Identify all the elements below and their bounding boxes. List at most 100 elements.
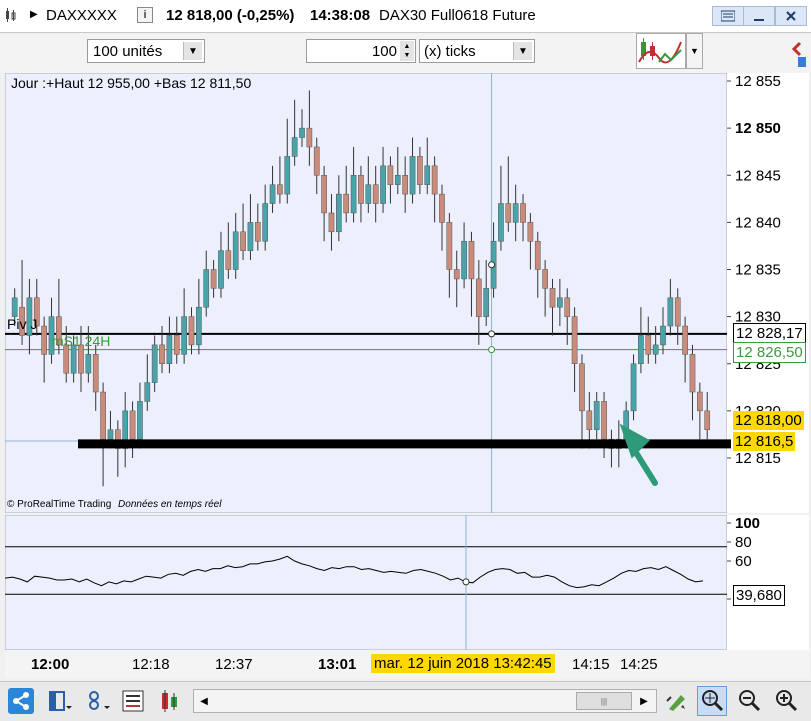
watermark: © ProRealTime Trading Données en temps r… [7, 499, 221, 510]
candle [11, 297, 18, 317]
candle-chart-icon [4, 8, 18, 22]
candle [630, 363, 637, 412]
candle [674, 297, 681, 327]
toggle-panel-icon[interactable] [44, 686, 74, 716]
link-icon[interactable] [82, 686, 112, 716]
indicator-value-label: 39,680 [733, 585, 785, 606]
chevron-down-icon[interactable]: ▼ [513, 42, 532, 60]
price-axis-label: 12 835 [735, 262, 781, 279]
share-icon[interactable] [6, 686, 36, 716]
chart-type-dropdown-icon[interactable]: ▼ [686, 33, 703, 69]
indicator-panel[interactable]: 100806020 39,680 [4, 514, 809, 651]
price-axis-label: 12 840 [735, 214, 781, 231]
scroll-left-icon[interactable]: ◀ [196, 692, 212, 710]
time-label: 14:25 [620, 656, 658, 673]
candle [306, 127, 313, 148]
price-axis-label: 12 815 [735, 450, 781, 467]
candle [402, 175, 408, 195]
candle [439, 193, 445, 223]
zoom-out-icon[interactable] [734, 686, 764, 716]
watermark-brand: © ProRealTime Trading [7, 499, 112, 510]
candle [557, 297, 563, 308]
candle [527, 222, 534, 242]
candle [365, 184, 372, 204]
zoom-fit-icon[interactable] [697, 686, 727, 716]
scroll-right-icon[interactable]: ▶ [636, 692, 652, 710]
candle [277, 184, 283, 195]
ms-label: mS1 24H [52, 333, 111, 349]
candle [667, 297, 674, 327]
candle [498, 203, 504, 242]
candle [431, 165, 438, 195]
candle [137, 401, 143, 440]
price-chart[interactable]: 12 855 12 850 12 845 12 840 12 835 12 830 12 8… [4, 72, 809, 514]
candle [254, 222, 261, 242]
candle [350, 175, 357, 214]
horizontal-scrollbar[interactable]: ◀ ||| ▶ [193, 689, 657, 713]
side-panel-toggle-icon[interactable] [788, 35, 808, 71]
info-icon[interactable]: i [137, 7, 153, 23]
chart-type-button[interactable] [636, 33, 686, 69]
scrollbar-thumb[interactable]: ||| [576, 692, 632, 710]
candle [549, 288, 556, 308]
candle [166, 335, 173, 365]
candle [601, 401, 607, 440]
price-axis-label: 12 850 [735, 120, 781, 137]
time-label: 12:18 [132, 656, 170, 673]
minimize-icon[interactable] [743, 6, 775, 26]
candle [512, 203, 519, 223]
candle [380, 165, 386, 204]
price-axis-label: 12 845 [735, 167, 781, 184]
symbol-name[interactable]: DAXXXXX [46, 7, 117, 24]
candle [328, 212, 335, 233]
watermark-mode: Données en temps réel [118, 499, 222, 510]
candle [446, 222, 453, 270]
candle [394, 175, 401, 185]
units-select[interactable]: 100 unités ▼ [87, 39, 205, 63]
candle [424, 165, 431, 185]
candle [92, 354, 99, 393]
candle [299, 127, 305, 138]
instrument-name: DAX30 Full0618 Future [379, 7, 536, 24]
candle [387, 165, 394, 185]
zoom-in-icon[interactable] [771, 686, 801, 716]
time-label: 12:00 [31, 656, 70, 673]
candle [247, 222, 254, 251]
units-select-value: 100 unités [93, 42, 163, 60]
candle [417, 156, 423, 185]
drawing-tools-icon[interactable] [155, 686, 185, 716]
spinner-icon[interactable]: ▲ ▼ [400, 41, 414, 61]
candle [203, 269, 210, 308]
indicator-svg[interactable]: 100806020 [4, 514, 809, 651]
candle [144, 382, 151, 402]
ticks-unit-select[interactable]: (x) ticks ▼ [419, 39, 535, 63]
candle [151, 344, 158, 383]
candle [483, 288, 490, 317]
support-price-label: 12 816,5 [733, 432, 796, 451]
ticks-input[interactable]: 100 ▲ ▼ [306, 39, 416, 63]
close-icon[interactable] [775, 6, 807, 26]
candle [505, 203, 512, 223]
pencil-tool-icon[interactable] [662, 686, 692, 716]
chevron-down-icon[interactable]: ▼ [183, 42, 202, 60]
candle [196, 306, 202, 346]
indicator-list-icon[interactable] [118, 686, 148, 716]
candle [372, 184, 379, 204]
price-change: 12 818,00 (-0,25%) [166, 7, 295, 24]
candle [159, 344, 165, 364]
symbol-dropdown-icon[interactable]: ▶ [30, 9, 38, 20]
candle [63, 344, 70, 374]
candle [564, 297, 571, 317]
candle [579, 363, 585, 412]
indicator-axis-label: 60 [735, 553, 752, 570]
candle [240, 231, 246, 251]
candle [660, 325, 666, 346]
candle [343, 193, 350, 214]
ticks-unit-value: (x) ticks [424, 42, 476, 60]
ms-price-label: 12 826,50 [733, 342, 806, 363]
candle [129, 410, 136, 440]
price-chart-svg[interactable]: 12 85512 85012 84512 84012 83512 83012 8… [4, 72, 809, 514]
window-menu-icon[interactable] [712, 6, 744, 26]
candle [409, 156, 416, 195]
candle [461, 240, 467, 280]
